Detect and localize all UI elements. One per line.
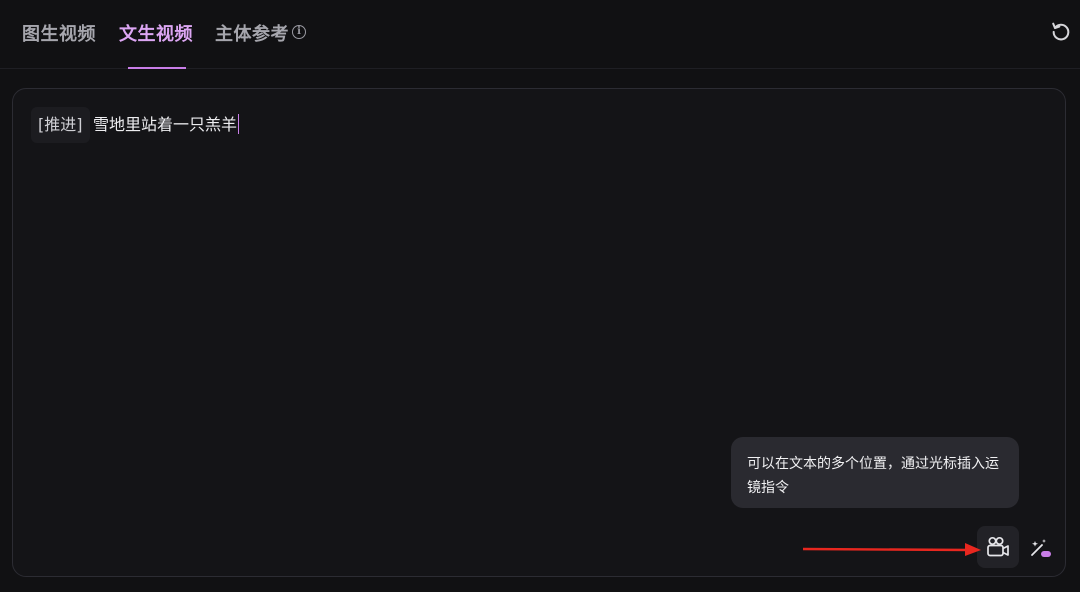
text-caret xyxy=(238,114,240,134)
active-tab-indicator xyxy=(128,67,186,69)
tab-bar: 图生视频 文生视频 主体参考 i xyxy=(0,0,1080,69)
magic-wand-icon[interactable] xyxy=(1027,535,1053,561)
annotation-arrow xyxy=(803,543,981,556)
prompt-input[interactable]: 雪地里站着一只羔羊 xyxy=(93,114,240,136)
tab-subject-reference[interactable]: 主体参考 xyxy=(215,20,289,46)
refresh-icon[interactable] xyxy=(1050,20,1072,42)
prompt-editor[interactable]: [推进] 雪地里站着一只羔羊 可以在文本的多个位置，通过光标插入运镜指令 xyxy=(12,88,1066,577)
prompt-text-content: 雪地里站着一只羔羊 xyxy=(93,115,238,134)
camera-tip-tooltip: 可以在文本的多个位置，通过光标插入运镜指令 xyxy=(731,437,1019,508)
tab-image-to-video[interactable]: 图生视频 xyxy=(22,20,96,46)
tab-text-to-video[interactable]: 文生视频 xyxy=(119,20,193,46)
camera-command-chip[interactable]: [推进] xyxy=(31,107,90,143)
info-icon[interactable]: i xyxy=(292,25,306,39)
app-window: 图生视频 文生视频 主体参考 i [推进] 雪地里站着一只羔羊 可以在文本的多个… xyxy=(0,0,1080,592)
